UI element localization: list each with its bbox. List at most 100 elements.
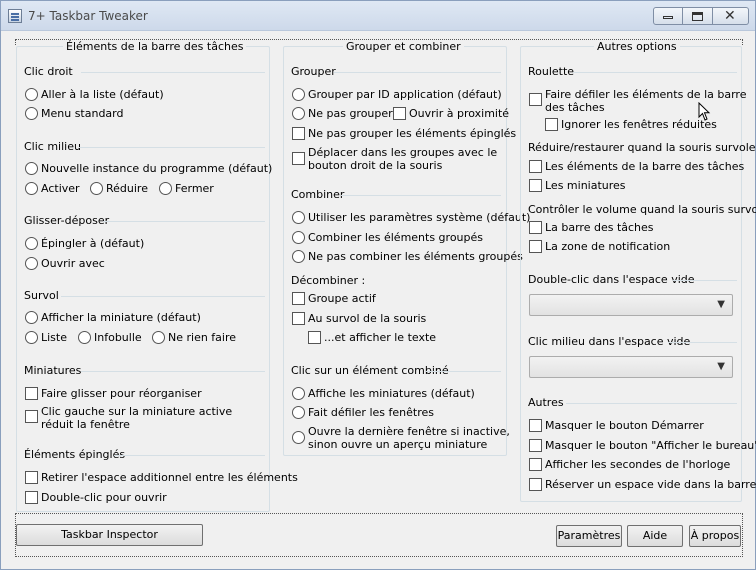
label-system-settings: Utiliser les paramètres système (défaut)	[308, 211, 531, 224]
label-double-click-open: Double-clic pour ouvrir	[41, 491, 167, 504]
checkbox-double-click-open[interactable]	[25, 491, 38, 504]
separator	[103, 221, 265, 222]
label-dont-combine: Ne pas combiner les éléments groupés	[308, 250, 523, 263]
section-double-click-empty: Double-clic dans l'espace vide	[528, 273, 695, 286]
label-standard-menu: Menu standard	[41, 107, 124, 120]
radio-dont-combine[interactable]	[292, 250, 305, 263]
label-volume-hover: Contrôler le volume quand la souris surv…	[528, 203, 756, 216]
label-open-nearby: Ouvrir à proximité	[409, 107, 510, 120]
checkbox-scroll-taskbar[interactable]	[529, 93, 542, 106]
taskbar-inspector-button[interactable]: Taskbar Inspector	[16, 524, 203, 546]
window-title: 7+ Taskbar Tweaker	[28, 9, 148, 23]
label-show-thumbnail: Afficher la miniature (défaut)	[41, 311, 201, 324]
radio-show-thumbnails[interactable]	[292, 387, 305, 400]
checkbox-hide-show-desktop[interactable]	[529, 439, 542, 452]
checkbox-show-text[interactable]	[308, 331, 321, 344]
checkbox-open-nearby[interactable]	[393, 107, 406, 120]
section-grouper: Grouper	[291, 65, 336, 78]
radio-cycle-windows[interactable]	[292, 406, 305, 419]
checkbox-move-right-click[interactable]	[292, 152, 305, 165]
separator	[334, 72, 501, 73]
label-left-click-minimize-line2: réduit la fenêtre	[41, 418, 130, 431]
separator	[573, 72, 737, 73]
label-show-text: ...et afficher le texte	[324, 331, 437, 344]
label-close: Fermer	[175, 182, 214, 195]
label-open-last-window-line1: Ouvre la dernière fenêtre si inactive,	[308, 425, 510, 438]
label-reserve-space: Réserver un espace vide dans la barre	[545, 478, 756, 491]
help-button[interactable]: Aide	[627, 525, 683, 547]
separator	[79, 147, 265, 148]
checkbox-notification-area[interactable]	[529, 240, 542, 253]
checkbox-drag-reorder[interactable]	[25, 387, 38, 400]
middle-click-empty-select[interactable]: ▼	[529, 356, 733, 378]
minimize-button[interactable]	[653, 7, 683, 25]
settings-button[interactable]: Paramètres	[556, 525, 622, 547]
section-epingles: Éléments épinglés	[24, 448, 126, 461]
close-button[interactable]: ✕	[713, 7, 749, 25]
label-active-group: Groupe actif	[308, 292, 376, 305]
checkbox-show-seconds[interactable]	[529, 458, 542, 471]
radio-list[interactable]	[25, 331, 38, 344]
checkbox-active-group[interactable]	[292, 292, 305, 305]
radio-pin-to[interactable]	[25, 237, 38, 250]
section-roulette: Roulette	[528, 65, 575, 78]
checkbox-hide-start[interactable]	[529, 419, 542, 432]
mouse-cursor-icon	[698, 102, 711, 121]
separator	[81, 371, 265, 372]
radio-standard-menu[interactable]	[25, 107, 38, 120]
radio-combine-grouped[interactable]	[292, 231, 305, 244]
label-hide-start: Masquer le bouton Démarrer	[545, 419, 704, 432]
radio-minimize[interactable]	[90, 182, 103, 195]
group-title: Éléments de la barre des tâches	[63, 40, 247, 53]
checkbox-remove-spacing[interactable]	[25, 471, 38, 484]
label-dont-group-pinned: Ne pas grouper les éléments épinglés	[308, 127, 517, 140]
label-combine-grouped: Combiner les éléments groupés	[308, 231, 484, 244]
double-click-empty-select[interactable]: ▼	[529, 294, 733, 316]
label-on-hover: Au survol de la souris	[308, 312, 427, 325]
checkbox-thumbnails[interactable]	[529, 179, 542, 192]
separator	[673, 280, 737, 281]
radio-jump-list[interactable]	[25, 88, 38, 101]
radio-system-settings[interactable]	[292, 211, 305, 224]
label-taskbar-items: Les éléments de la barre des tâches	[545, 160, 745, 173]
radio-dont-group[interactable]	[292, 107, 305, 120]
separator	[61, 296, 265, 297]
separator	[426, 371, 501, 372]
separator	[114, 455, 265, 456]
label-do-nothing: Ne rien faire	[168, 331, 237, 344]
checkbox-left-click-minimize[interactable]	[25, 410, 38, 423]
label-scroll-taskbar-line2: des tâches	[545, 101, 605, 114]
label-cycle-windows: Fait défiler les fenêtres	[308, 406, 434, 419]
checkbox-dont-group-pinned[interactable]	[292, 127, 305, 140]
app-icon	[8, 9, 22, 23]
separator	[341, 195, 501, 196]
radio-activate[interactable]	[25, 182, 38, 195]
main-window: 7+ Taskbar Tweaker ✕ Éléments de la barr…	[0, 0, 756, 570]
checkbox-taskbar[interactable]	[529, 221, 542, 234]
label-left-click-minimize-line1: Clic gauche sur la miniature active	[41, 405, 233, 418]
radio-open-last-window[interactable]	[292, 431, 305, 444]
checkbox-ignore-minimized[interactable]	[545, 118, 558, 131]
checkbox-taskbar-items[interactable]	[529, 160, 542, 173]
radio-new-instance[interactable]	[25, 162, 38, 175]
label-new-instance: Nouvelle instance du programme (défaut)	[41, 162, 273, 175]
label-open-last-window-line2: sinon ouvre un aperçu miniature	[308, 438, 488, 451]
label-minimize: Réduire	[106, 182, 148, 195]
about-button[interactable]: À propos	[689, 525, 741, 547]
section-clic-combine: Clic sur un élément combiné	[291, 364, 449, 377]
chevron-down-icon: ▼	[717, 361, 725, 372]
maximize-button[interactable]	[683, 7, 713, 25]
radio-do-nothing[interactable]	[152, 331, 165, 344]
checkbox-on-hover[interactable]	[292, 312, 305, 325]
title-bar[interactable]: 7+ Taskbar Tweaker ✕	[1, 1, 755, 31]
radio-tooltip[interactable]	[78, 331, 91, 344]
section-middle-click-empty: Clic milieu dans l'espace vide	[528, 335, 691, 348]
radio-show-thumbnail[interactable]	[25, 311, 38, 324]
group-title: Grouper et combiner	[343, 40, 464, 53]
radio-group-by-appid[interactable]	[292, 88, 305, 101]
radio-open-with[interactable]	[25, 257, 38, 270]
checkbox-reserve-space[interactable]	[529, 478, 542, 491]
radio-close[interactable]	[159, 182, 172, 195]
maximize-icon	[692, 12, 703, 21]
label-list: Liste	[41, 331, 67, 344]
